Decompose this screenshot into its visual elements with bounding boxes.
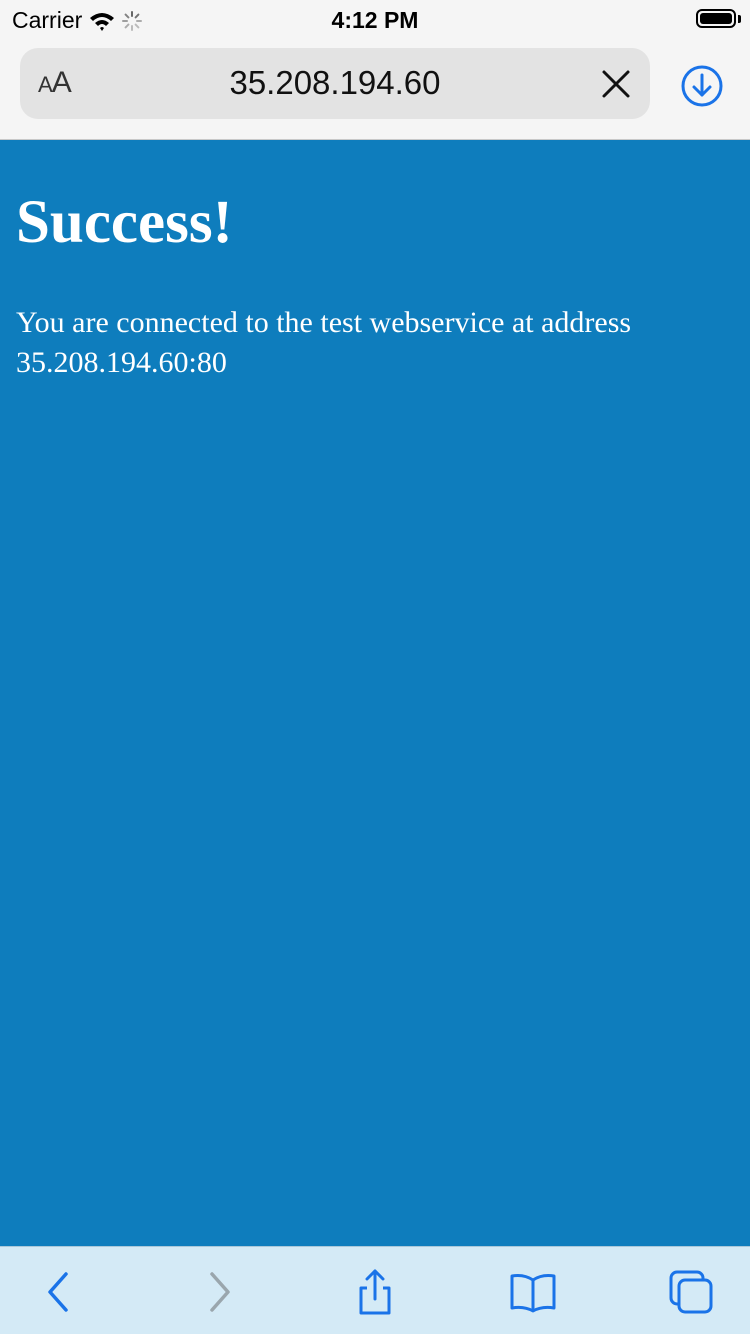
connection-message: You are connected to the test webservice… [16, 306, 632, 379]
battery-cap [738, 15, 741, 23]
tabs-button[interactable] [666, 1267, 716, 1317]
share-button[interactable] [350, 1267, 400, 1317]
chevron-right-icon [210, 1272, 230, 1312]
bookmarks-button[interactable] [508, 1267, 558, 1317]
url-text[interactable]: 35.208.194.60 [100, 64, 570, 102]
close-icon[interactable] [596, 64, 636, 104]
status-time: 4:12 PM [331, 7, 419, 33]
back-button[interactable] [34, 1267, 84, 1317]
chevron-left-icon [48, 1272, 68, 1312]
battery-icon [696, 9, 736, 28]
book-icon [510, 1274, 556, 1313]
browser-address-bar: AA 35.208.194.60 [0, 40, 750, 140]
tabs-icon [669, 1270, 713, 1314]
text-size-button[interactable]: AA [38, 66, 72, 100]
battery-level [700, 13, 732, 24]
text-size-large-label: A [51, 66, 72, 99]
browser-toolbar [0, 1246, 750, 1334]
web-page-content: Success! You are connected to the test w… [0, 140, 750, 1246]
status-bar: Carrier 4:12 PM [0, 0, 750, 40]
download-icon[interactable] [680, 64, 724, 108]
text-size-small-label: A [38, 72, 53, 97]
share-icon [359, 1269, 391, 1315]
url-field[interactable]: AA 35.208.194.60 [20, 48, 650, 119]
page-heading: Success! [16, 189, 233, 256]
forward-button[interactable] [194, 1267, 244, 1317]
